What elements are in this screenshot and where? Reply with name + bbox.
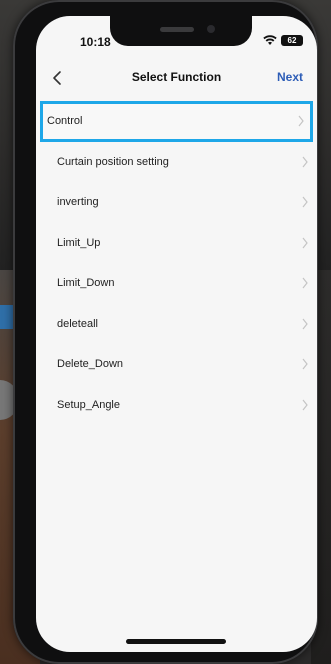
list-item-label: deleteall <box>57 317 98 330</box>
function-list: Control Curtain position setting inverti… <box>36 101 317 425</box>
page-title: Select Function <box>131 70 222 84</box>
list-item-deleteall[interactable]: deleteall <box>36 304 317 345</box>
chevron-right-icon <box>302 277 308 289</box>
list-item-delete-down[interactable]: Delete_Down <box>36 344 317 385</box>
list-item-label: Curtain position setting <box>57 155 169 168</box>
phone-screen: 10:18 62 Select Function Next Control Cu… <box>36 16 317 652</box>
list-item-setup-angle[interactable]: Setup_Angle <box>36 385 317 426</box>
chevron-right-icon <box>302 399 308 410</box>
chevron-right-icon <box>302 358 308 370</box>
navigation-bar: Select Function Next <box>36 64 317 94</box>
battery-icon: 62 <box>281 34 303 46</box>
status-icons: 62 <box>263 34 303 46</box>
list-item-label: inverting <box>57 196 99 209</box>
list-item-label: Control <box>47 115 83 128</box>
list-item-label: Limit_Down <box>57 277 115 290</box>
home-indicator[interactable] <box>126 639 226 644</box>
chevron-right-icon <box>302 156 308 167</box>
list-item-curtain-position-setting[interactable]: Curtain position setting <box>36 142 317 183</box>
chevron-right-icon <box>302 318 308 329</box>
battery-level: 62 <box>287 35 297 45</box>
status-time: 10:18 <box>80 35 111 49</box>
front-camera <box>207 25 215 33</box>
speaker <box>160 27 194 32</box>
list-item-label: Limit_Up <box>57 236 101 249</box>
list-item-limit-up[interactable]: Limit_Up <box>36 223 317 264</box>
list-item-control[interactable]: Control <box>40 101 313 142</box>
list-item-limit-down[interactable]: Limit_Down <box>36 263 317 304</box>
list-item-label: Setup_Angle <box>57 398 120 411</box>
next-button[interactable]: Next <box>277 70 303 84</box>
phone-frame: 10:18 62 Select Function Next Control Cu… <box>13 0 318 664</box>
wifi-icon <box>263 35 277 45</box>
chevron-right-icon <box>302 237 308 248</box>
notch <box>110 16 252 46</box>
list-item-inverting[interactable]: inverting <box>36 182 317 223</box>
chevron-right-icon <box>302 196 308 208</box>
chevron-right-icon <box>298 115 304 127</box>
list-item-label: Delete_Down <box>57 358 124 371</box>
